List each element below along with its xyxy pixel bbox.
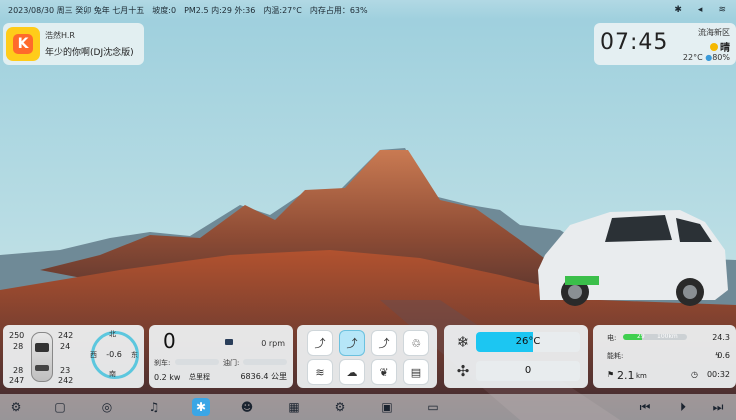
- power-value: 0.2 kw: [154, 373, 181, 382]
- car-top-icon: [31, 332, 53, 382]
- battery-percent: 29: [637, 334, 645, 340]
- battery-value: 24.3: [712, 333, 730, 342]
- battery-label: 电:: [607, 334, 617, 342]
- pm25-text: PM2.5 内:29 外:36: [184, 5, 256, 15]
- rr-pressure: 23: [60, 366, 71, 375]
- prev-icon[interactable]: ⏮: [636, 398, 654, 416]
- rpm-value: 0 rpm: [261, 339, 285, 348]
- rl-temp: 247: [9, 376, 25, 385]
- drive-panel: 0 0 rpm 刹车: 油门: 0.2 kw 总里程 6836.4 公里: [149, 325, 293, 388]
- music-icon[interactable]: ♫: [145, 398, 163, 416]
- flag-icon: ⚑: [607, 370, 615, 379]
- navigation-icon[interactable]: ◎: [98, 398, 116, 416]
- throttle-bar: [243, 359, 287, 365]
- next-icon[interactable]: ⏭: [709, 398, 727, 416]
- trip-time: 00:32: [706, 370, 730, 379]
- climate-panel: ❄ 26°C ✣ 0: [444, 325, 588, 388]
- fr-pressure: 242: [58, 331, 74, 340]
- song-title: 年少的你啊(DJ沈念版): [45, 48, 134, 58]
- fr-temp: 24: [60, 342, 71, 351]
- vent-icon[interactable]: ≋: [308, 360, 332, 384]
- chip-icon[interactable]: ▣: [378, 398, 396, 416]
- compass-value: -0.6: [106, 350, 122, 359]
- compass-east: 东: [131, 351, 138, 359]
- consumption-label: 能耗:: [607, 352, 624, 360]
- rl-pressure: 28: [13, 366, 24, 375]
- inner-temp-text: 内温:27°C: [263, 5, 302, 15]
- home-icon[interactable]: ▢: [51, 398, 69, 416]
- energy-panel: 电: 29 100km 24.3 能耗: ϟ 0.6 ⚑ 2.1 km ◷ 00…: [593, 325, 736, 388]
- battery-bar: 29 100km: [623, 334, 687, 340]
- battery-icon: [225, 339, 233, 345]
- wifi-icon: ≋: [718, 5, 726, 15]
- compass: 北 南 西 东 -0.6: [89, 329, 141, 381]
- sunny-icon: [710, 43, 718, 51]
- apps-icon[interactable]: ▦: [285, 398, 303, 416]
- qq-icon[interactable]: ☻: [238, 398, 256, 416]
- fl-temp: 28: [13, 342, 24, 351]
- status-bar: 2023/08/30 周三 癸卯 兔年 七月十五 坡度:0 PM2.5 内:29…: [0, 0, 736, 20]
- settings-icon[interactable]: ⚙: [7, 398, 25, 416]
- city-name: 流海新区: [698, 28, 730, 37]
- clock-icon: ◷: [691, 370, 698, 379]
- speed-value: 0: [163, 329, 176, 353]
- app-dock: ⚙ ▢ ◎ ♫ ✱ ☻ ▦ ⚙ ▣ ▭ ⏮ ⏵ ⏭: [0, 394, 736, 420]
- fan-icon[interactable]: ✣: [452, 360, 474, 382]
- compass-west: 西: [90, 351, 97, 359]
- eco-leaf-icon[interactable]: ❦: [372, 360, 396, 384]
- trip-value: 2.1: [617, 369, 635, 382]
- controls-panel: ⤴ ⤴ ⤴ ♲ ≋ ☁ ❦ ▤: [297, 325, 437, 388]
- sound-icon: ◂: [697, 5, 703, 15]
- bluetooth-icon: ✱: [674, 5, 682, 15]
- fan-speed-value: 0: [524, 365, 532, 376]
- compass-north: 北: [109, 330, 116, 338]
- memory-text: 内存占用：63%: [309, 5, 368, 15]
- trip-unit: km: [636, 372, 647, 380]
- throttle-label: 油门:: [223, 359, 240, 367]
- clock-time: 07:45: [600, 30, 669, 55]
- ac-snowflake-icon[interactable]: ❄: [452, 331, 474, 353]
- brake-bar: [175, 359, 219, 365]
- screen-icon[interactable]: ▭: [424, 398, 442, 416]
- seat-heat-icon[interactable]: ⤴: [340, 331, 364, 355]
- brake-label: 刹车:: [154, 359, 171, 367]
- compass-south: 南: [109, 370, 116, 378]
- play-icon[interactable]: ⏵: [674, 398, 692, 416]
- range-text: 100km: [657, 334, 678, 340]
- recirculation-icon[interactable]: ♲: [404, 331, 428, 355]
- mileage-value: 6836.4 公里: [240, 372, 287, 381]
- bluetooth-icon[interactable]: ✱: [192, 398, 210, 416]
- panel-icon[interactable]: ▤: [404, 360, 428, 384]
- artist-name: 浩然H.R: [45, 31, 75, 40]
- slope-text: 坡度:0: [152, 5, 177, 15]
- temperature-value: 26°C: [515, 336, 541, 347]
- fan-speed-slider[interactable]: 0: [476, 361, 580, 381]
- kugou-app-icon[interactable]: K: [6, 27, 40, 61]
- rr-temp: 242: [58, 376, 74, 385]
- clock-weather-widget[interactable]: 07:45 流海新区 晴 22°C ●80%: [594, 23, 736, 65]
- music-widget[interactable]: K 浩然H.R 年少的你啊(DJ沈念版): [3, 23, 144, 65]
- seat-recline-icon[interactable]: ⤴: [308, 331, 332, 355]
- seat-ventilate-icon[interactable]: ⤴: [372, 331, 396, 355]
- tire-pressure-panel[interactable]: 250 28 242 24 28 247 23 242 北 南 西 东 -0.6: [3, 325, 144, 388]
- temperature-slider[interactable]: 26°C: [476, 332, 580, 352]
- date-text: 2023/08/30 周三 癸卯 兔年 七月十五: [8, 5, 145, 15]
- humidity: 80%: [712, 53, 730, 62]
- mileage-label: 总里程: [189, 373, 210, 381]
- consumption-value: 0.6: [717, 351, 730, 360]
- fl-pressure: 250: [9, 331, 25, 340]
- outside-temp: 22°C: [682, 53, 703, 62]
- defrost-icon[interactable]: ☁: [340, 360, 364, 384]
- car-settings-icon[interactable]: ⚙: [331, 398, 349, 416]
